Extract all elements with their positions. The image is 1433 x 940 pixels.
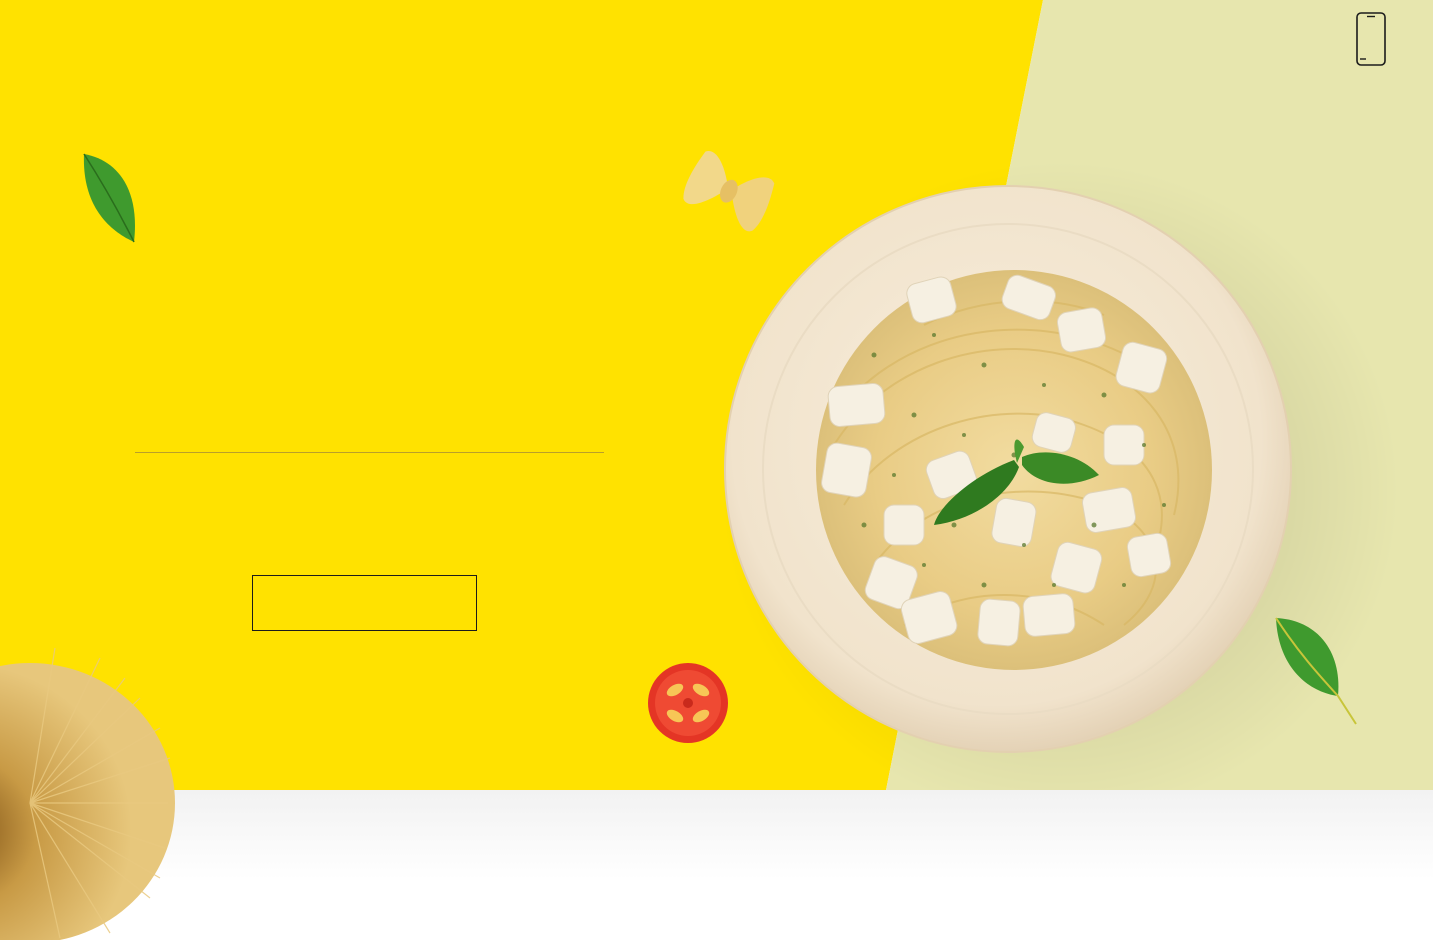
cta-button[interactable] — [252, 575, 477, 631]
pasta-dish-image — [724, 185, 1292, 753]
cherry-tomato-icon — [648, 663, 728, 743]
content-section — [0, 790, 1433, 940]
hero-divider — [135, 452, 604, 453]
basil-leaf-right-icon — [1275, 617, 1357, 725]
hero-section — [0, 0, 1433, 790]
basil-leaf-icon — [83, 153, 135, 243]
smartphone-icon[interactable] — [1355, 11, 1387, 67]
farfalle-pasta-icon — [683, 151, 775, 232]
spaghetti-bundle-icon — [0, 647, 175, 940]
